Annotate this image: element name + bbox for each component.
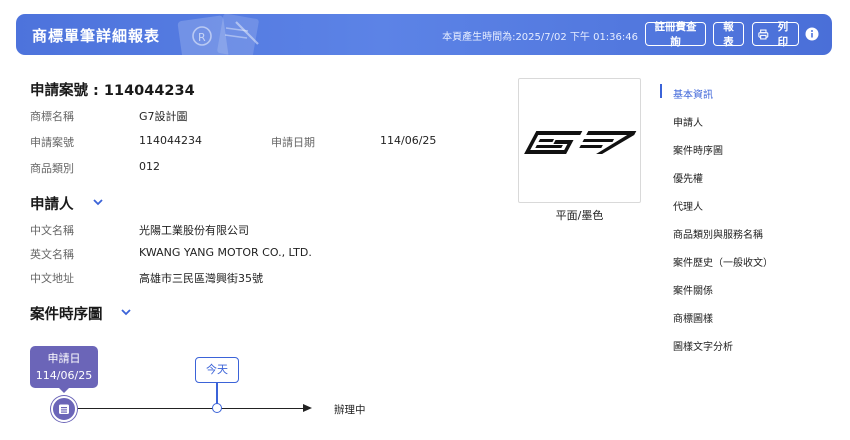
timeline-section-title: 案件時序圖 <box>30 307 103 323</box>
goods-class-value: 012 <box>139 160 160 173</box>
timeline-start-pointer <box>58 387 70 393</box>
nav-item-case-history[interactable]: 案件歷史（一般收文） <box>673 254 773 269</box>
svg-text:R: R <box>198 31 206 44</box>
trademark-name-label: 商標名稱 <box>30 110 74 123</box>
goods-class-label: 商品類別 <box>30 162 74 175</box>
print-button[interactable]: 列印 <box>752 21 799 48</box>
printer-icon <box>758 29 769 39</box>
nav-active-indicator <box>660 84 662 98</box>
nav-item-goods-services[interactable]: 商品類別與服務名稱 <box>673 226 763 241</box>
applicant-chinese-name-label: 中文名稱 <box>30 224 74 237</box>
applicant-english-name-label: 英文名稱 <box>30 248 74 261</box>
nav-item-trademark-image[interactable]: 商標圖樣 <box>673 310 713 325</box>
trademark-image-caption: 平面/墨色 <box>555 209 604 222</box>
timeline-chevron-down-icon[interactable] <box>120 308 132 316</box>
generated-time: 本頁產生時間為:2025/7/02 下午 01:36:46 <box>442 32 638 43</box>
application-number-label: 申請案號 <box>30 136 74 149</box>
application-number-value: 114044234 <box>139 134 202 147</box>
nav-item-priority[interactable]: 優先權 <box>673 170 703 185</box>
timeline-axis <box>77 408 307 409</box>
timeline-arrowhead <box>303 404 312 412</box>
timeline-today-node <box>212 403 222 413</box>
calendar-icon <box>59 404 69 414</box>
nav-item-applicant[interactable]: 申請人 <box>673 114 703 129</box>
nav-item-case-relations[interactable]: 案件關係 <box>673 282 713 297</box>
print-button-label: 列印 <box>777 21 789 48</box>
applicant-chinese-name-value: 光陽工業股份有限公司 <box>139 224 249 237</box>
application-number-heading: 申請案號 : 114044234 <box>30 83 195 99</box>
report-button[interactable]: 報表 <box>713 21 744 48</box>
trademark-document-illustration: R <box>177 14 259 55</box>
nav-item-image-text-analysis[interactable]: 圖樣文字分析 <box>673 338 733 353</box>
timeline-start-label: 申請日 <box>47 352 81 365</box>
nav-item-basic-info[interactable]: 基本資訊 <box>673 86 713 101</box>
applicant-section-title: 申請人 <box>30 197 74 213</box>
application-date-value: 114/06/25 <box>380 134 437 147</box>
trademark-image <box>518 78 641 203</box>
application-date-label: 申請日期 <box>271 136 315 149</box>
nav-item-agent[interactable]: 代理人 <box>673 198 703 213</box>
timeline-today-stem <box>216 383 218 404</box>
trademark-name-value: G7設計圖 <box>139 110 188 123</box>
report-header: 商標單筆詳細報表 R 本頁產生時間為:2025/7/02 下午 01:36:46… <box>16 14 832 55</box>
timeline-status-label: 辦理中 <box>334 404 366 416</box>
timeline-start-date: 114/06/25 <box>35 369 93 382</box>
info-icon[interactable] <box>805 27 819 41</box>
applicant-chevron-down-icon[interactable] <box>92 198 104 206</box>
timeline-start-node <box>51 396 77 422</box>
timeline-today-marker: 今天 <box>195 357 239 383</box>
fee-query-button[interactable]: 註冊費查詢 <box>645 21 706 48</box>
timeline-start-marker: 申請日 114/06/25 <box>30 346 98 388</box>
applicant-address-value: 高雄市三民區灣興街35號 <box>139 272 263 285</box>
page-title: 商標單筆詳細報表 <box>32 27 161 45</box>
applicant-address-label: 中文地址 <box>30 272 74 285</box>
nav-item-timeline[interactable]: 案件時序圖 <box>673 142 723 157</box>
applicant-english-name-value: KWANG YANG MOTOR CO., LTD. <box>139 246 312 259</box>
g7-logo-mark <box>524 131 637 154</box>
